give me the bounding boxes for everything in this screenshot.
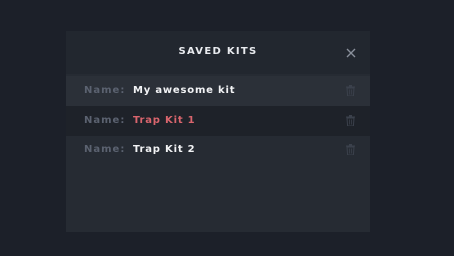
kit-name: Trap Kit 1 <box>133 115 196 126</box>
name-label: Name: <box>84 85 126 96</box>
kit-name: Trap Kit 2 <box>133 144 196 155</box>
modal-title: SAVED KITS <box>178 46 258 57</box>
trash-icon <box>346 85 355 96</box>
kits-list: Name: My awesome kit Name: Trap Kit 1 Na… <box>66 74 370 232</box>
delete-kit-button[interactable] <box>346 144 355 155</box>
close-button[interactable] <box>344 46 358 60</box>
delete-kit-button[interactable] <box>346 115 355 126</box>
kit-name: My awesome kit <box>133 85 236 96</box>
trash-icon <box>346 144 355 155</box>
kit-row[interactable]: Name: My awesome kit <box>66 76 370 106</box>
saved-kits-modal: SAVED KITS Name: My awesome kit Name: Tr… <box>66 31 370 232</box>
name-label: Name: <box>84 144 126 155</box>
modal-header: SAVED KITS <box>66 31 370 74</box>
close-icon <box>346 48 356 58</box>
kit-row[interactable]: Name: Trap Kit 1 <box>66 106 370 136</box>
name-label: Name: <box>84 115 126 126</box>
delete-kit-button[interactable] <box>346 85 355 96</box>
kit-row[interactable]: Name: Trap Kit 2 <box>66 135 370 165</box>
trash-icon <box>346 115 355 126</box>
